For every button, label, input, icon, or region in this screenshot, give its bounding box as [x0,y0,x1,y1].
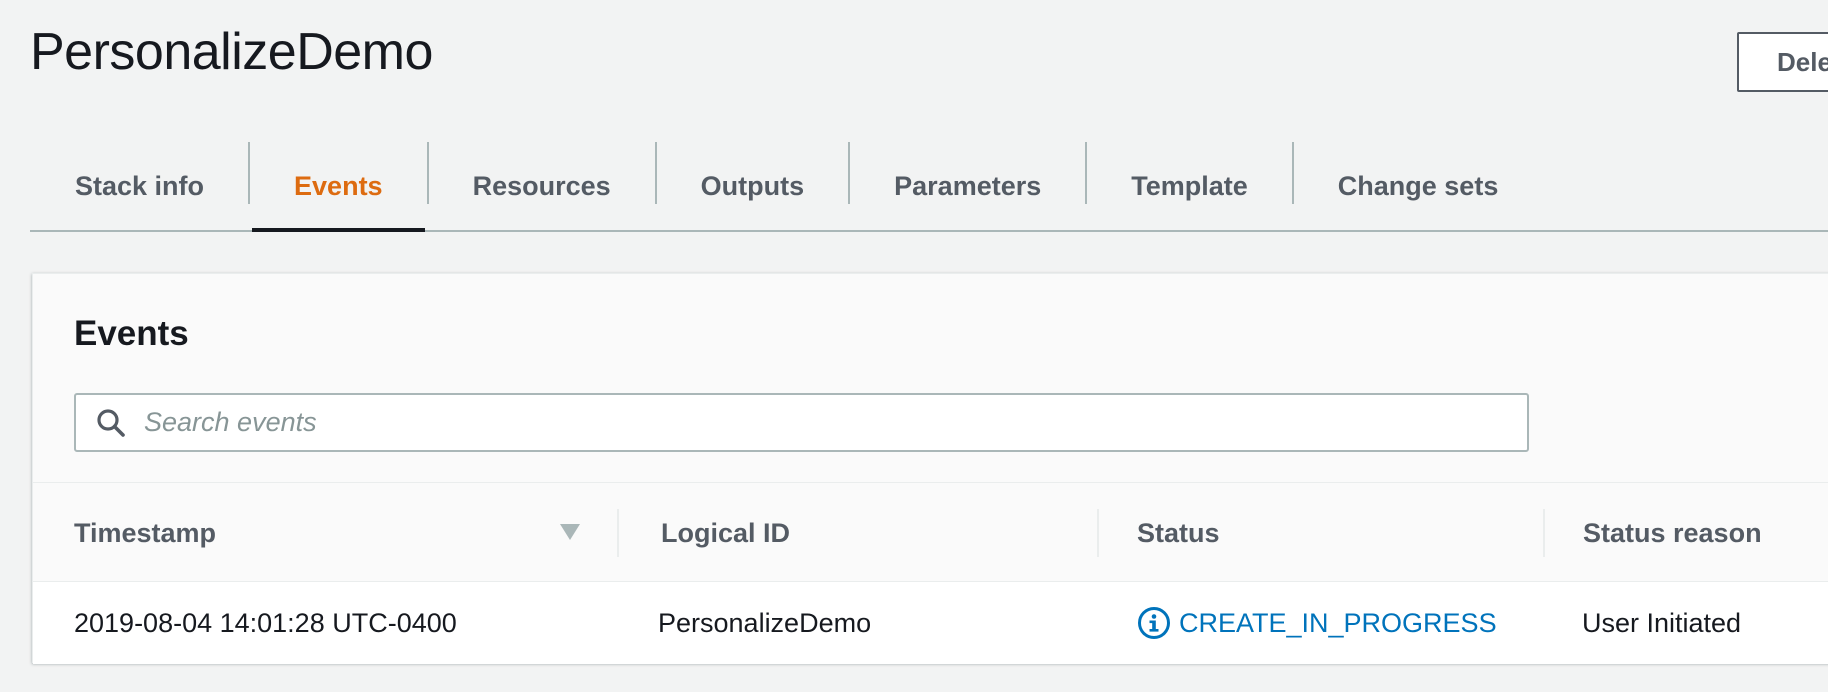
info-icon [1138,607,1170,639]
column-divider [1097,509,1099,557]
tab-bar: Stack info Events Resources Outputs Para… [30,140,1828,232]
cell-status[interactable]: CREATE_IN_PROGRESS [1137,582,1497,664]
column-divider [1543,509,1545,557]
cell-logical-id: PersonalizeDemo [658,607,872,638]
delete-button[interactable]: Delete [1737,32,1828,92]
tab-change-sets[interactable]: Change sets [1294,140,1543,232]
table-row: 2019-08-04 14:01:28 UTC-0400 Personalize… [33,582,1828,664]
cell-status-reason: User Initiated [1582,607,1742,638]
column-header-timestamp[interactable]: Timestamp [74,483,216,583]
cell-timestamp: 2019-08-04 14:01:28 UTC-0400 [74,607,457,638]
tab-resources[interactable]: Resources [429,140,655,232]
table-header: Timestamp Logical ID Status Status reaso… [33,482,1828,582]
events-panel: Events Timestamp Logical ID Status [32,273,1828,664]
tab-parameters[interactable]: Parameters [850,140,1085,232]
tab-outputs[interactable]: Outputs [657,140,848,232]
column-header-status[interactable]: Status [1137,483,1220,583]
sort-descending-icon[interactable] [559,523,581,546]
status-text: CREATE_IN_PROGRESS [1179,607,1497,638]
events-panel-title: Events [74,314,189,353]
column-header-logical-id[interactable]: Logical ID [661,483,790,583]
column-divider [617,509,619,557]
page-title: PersonalizeDemo [30,23,433,81]
search-input[interactable] [128,395,1527,450]
search-icon [96,407,128,439]
search-box [74,393,1529,452]
tab-stack-info[interactable]: Stack info [30,140,248,232]
page: PersonalizeDemo Delete Stack info Events… [0,0,1828,692]
tab-template[interactable]: Template [1087,140,1292,232]
tab-events[interactable]: Events [250,140,427,232]
column-header-status-reason[interactable]: Status reason [1583,483,1762,583]
